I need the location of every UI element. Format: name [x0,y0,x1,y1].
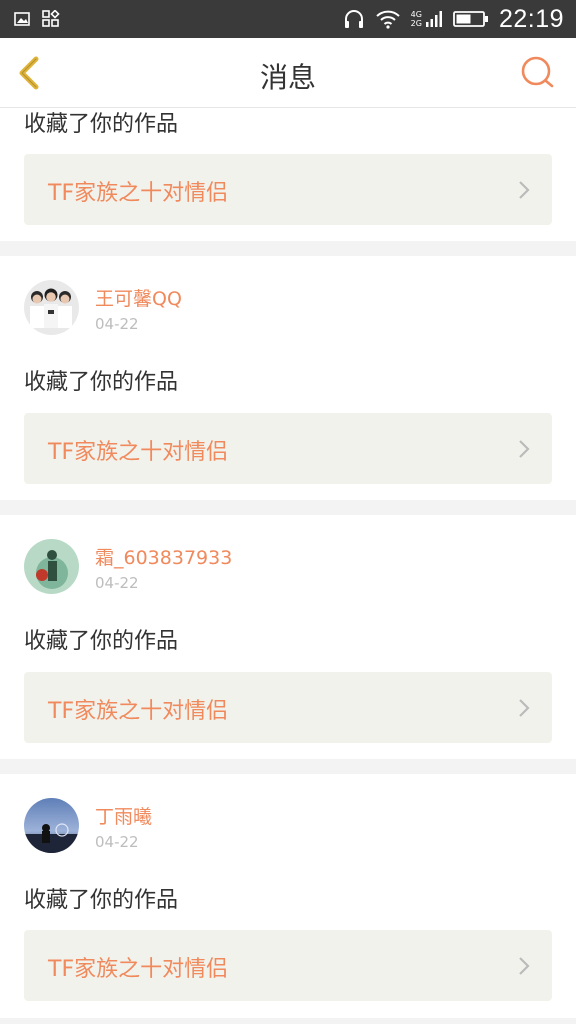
notification-card: 丁雨曦 04-22 收藏了你的作品 TF家族之十对情侣 [0,774,576,1018]
action-text: 收藏了你的作品 [24,370,179,395]
work-title: TF家族之十对情侣 [48,699,229,724]
action-text: 收藏了你的作品 [24,112,179,137]
work-link[interactable]: TF家族之十对情侣 [24,930,552,1001]
date: 04-22 [95,574,139,592]
notification-card: 收藏了你的作品 TF家族之十对情侣 [0,108,576,241]
work-link[interactable]: TF家族之十对情侣 [24,154,552,225]
username[interactable]: 丁雨曦 [95,802,152,829]
avatar[interactable] [24,798,79,853]
avatar[interactable] [24,280,79,335]
network-type: 4G 2G [411,10,443,28]
network-label-top: 4G [410,10,422,19]
page-title: 消息 [259,61,316,94]
date: 04-22 [95,315,139,333]
chevron-right-icon [519,699,530,717]
battery-icon [453,11,488,27]
headphones-icon [344,10,363,28]
notification-card: 王可馨QQ 04-22 收藏了你的作品 TF家族之十对情侣 [0,256,576,500]
notification-card: 霜_603837933 04-22 收藏了你的作品 TF家族之十对情侣 [0,515,576,759]
username[interactable]: 霜_603837933 [95,543,232,570]
status-bar: 4G 2G 22:19 [0,0,576,38]
search-icon [521,56,554,88]
work-link[interactable]: TF家族之十对情侣 [24,413,552,484]
date: 04-22 [95,833,139,851]
chevron-right-icon [519,957,530,975]
status-time: 22:19 [498,4,564,33]
nav-bar: 消息 [0,38,576,108]
avatar[interactable] [24,539,79,594]
image-icon [14,12,30,26]
signal-icon [425,11,442,27]
username[interactable]: 王可馨QQ [95,284,182,311]
work-title: TF家族之十对情侣 [48,440,229,465]
work-title: TF家族之十对情侣 [48,181,229,206]
chevron-right-icon [519,440,530,458]
notification-list[interactable]: 收藏了你的作品 TF家族之十对情侣 王可馨QQ 04-22 收藏了你的作品 TF… [0,108,576,1024]
wifi-icon [375,10,400,29]
chevron-right-icon [519,181,530,199]
work-title: TF家族之十对情侣 [48,957,229,982]
action-text: 收藏了你的作品 [24,888,179,913]
work-link[interactable]: TF家族之十对情侣 [24,672,552,743]
network-label-bottom: 2G [410,19,422,28]
action-text: 收藏了你的作品 [24,629,179,654]
search-button[interactable] [520,55,556,91]
app-grid-icon [42,10,60,27]
